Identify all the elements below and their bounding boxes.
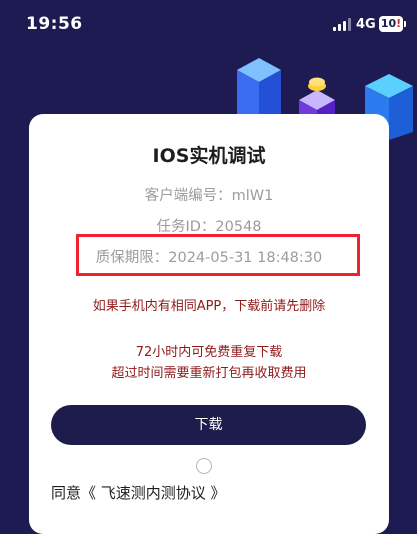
battery-icon: 10! [379, 16, 406, 32]
battery-level: 10 [380, 17, 397, 30]
battery-warning: ! [396, 17, 402, 30]
download-button[interactable]: 下载 [51, 405, 366, 445]
task-id: 任务ID：20548 [156, 219, 262, 235]
warranty-period: 质保期限：2024-05-31 18:48:30 [95, 250, 323, 266]
notice-free-redownload: 72小时内可免费重复下载 [135, 345, 283, 360]
status-bar: 19:56 4G 10! [0, 0, 417, 48]
debug-card: IOS实机调试 客户端编号：mlW1 任务ID：20548 质保期限：2024-… [29, 114, 389, 534]
signal-icon [333, 18, 351, 31]
notice-same-app: 如果手机内有相同APP，下载前请先删除 [92, 299, 326, 314]
notice-repack-fee: 超过时间需要重新打包再收取费用 [111, 366, 307, 381]
network-label: 4G [356, 17, 376, 32]
agreement-link[interactable]: 同意《 飞速测内测协议 》 [51, 482, 226, 503]
status-time: 19:56 [26, 14, 83, 34]
agreement-radio-icon[interactable] [196, 458, 212, 474]
card-title: IOS实机调试 [152, 145, 266, 167]
client-number: 客户端编号：mlW1 [144, 188, 274, 204]
